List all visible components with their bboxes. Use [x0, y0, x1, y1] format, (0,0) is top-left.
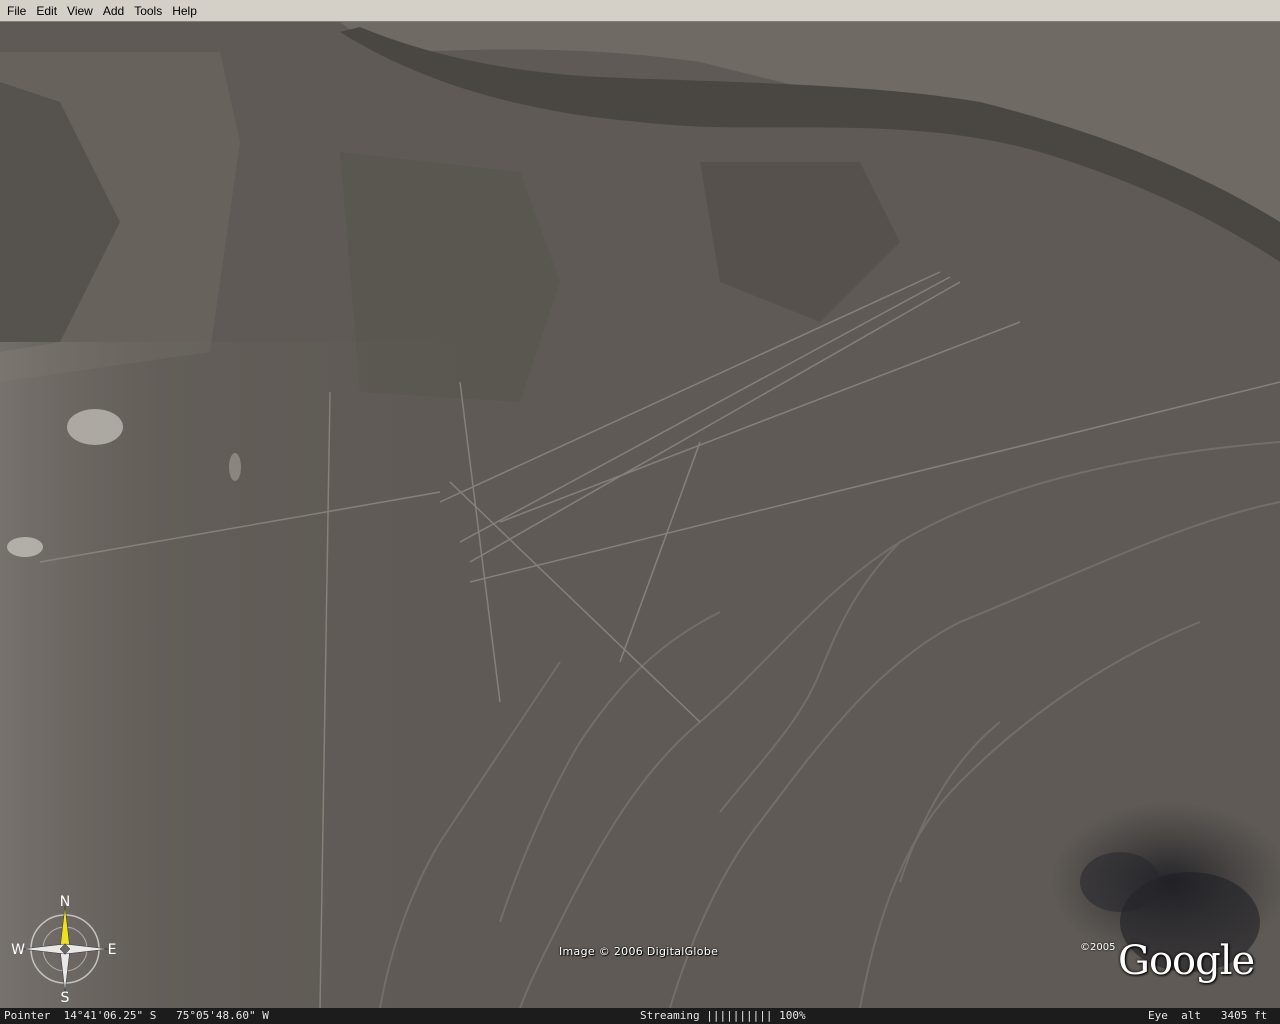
map-viewport[interactable]: N S W E Image © 2006 DigitalGlobe ©2005 …	[0, 22, 1280, 1008]
menu-tools[interactable]: Tools	[129, 2, 167, 20]
menu-file[interactable]: File	[2, 2, 31, 20]
menu-help[interactable]: Help	[167, 2, 202, 20]
compass-east-label: E	[108, 942, 117, 958]
google-logo: ©2005 Google	[1078, 936, 1268, 996]
compass-west-label: W	[11, 942, 25, 958]
satellite-imagery	[0, 22, 1280, 1008]
menu-bar: File Edit View Add Tools Help	[0, 0, 1280, 22]
menu-view[interactable]: View	[62, 2, 98, 20]
imagery-credit: Image © 2006 DigitalGlobe	[559, 945, 719, 958]
compass-north-label: N	[60, 894, 70, 910]
logo-copyright: ©2005	[1080, 942, 1116, 953]
status-bar: Pointer 14°41'06.25" S 75°05'48.60" W St…	[0, 1008, 1280, 1024]
pointer-coordinates: Pointer 14°41'06.25" S 75°05'48.60" W	[4, 1009, 269, 1022]
eye-altitude: Eye alt 3405 ft	[1148, 1009, 1268, 1022]
compass-south-label: S	[61, 990, 70, 1004]
streaming-status: Streaming |||||||||| 100%	[640, 1009, 806, 1022]
logo-text: Google	[1118, 938, 1255, 984]
menu-edit[interactable]: Edit	[31, 2, 62, 20]
menu-add[interactable]: Add	[98, 2, 129, 20]
compass-icon[interactable]: N S W E	[10, 894, 120, 1004]
